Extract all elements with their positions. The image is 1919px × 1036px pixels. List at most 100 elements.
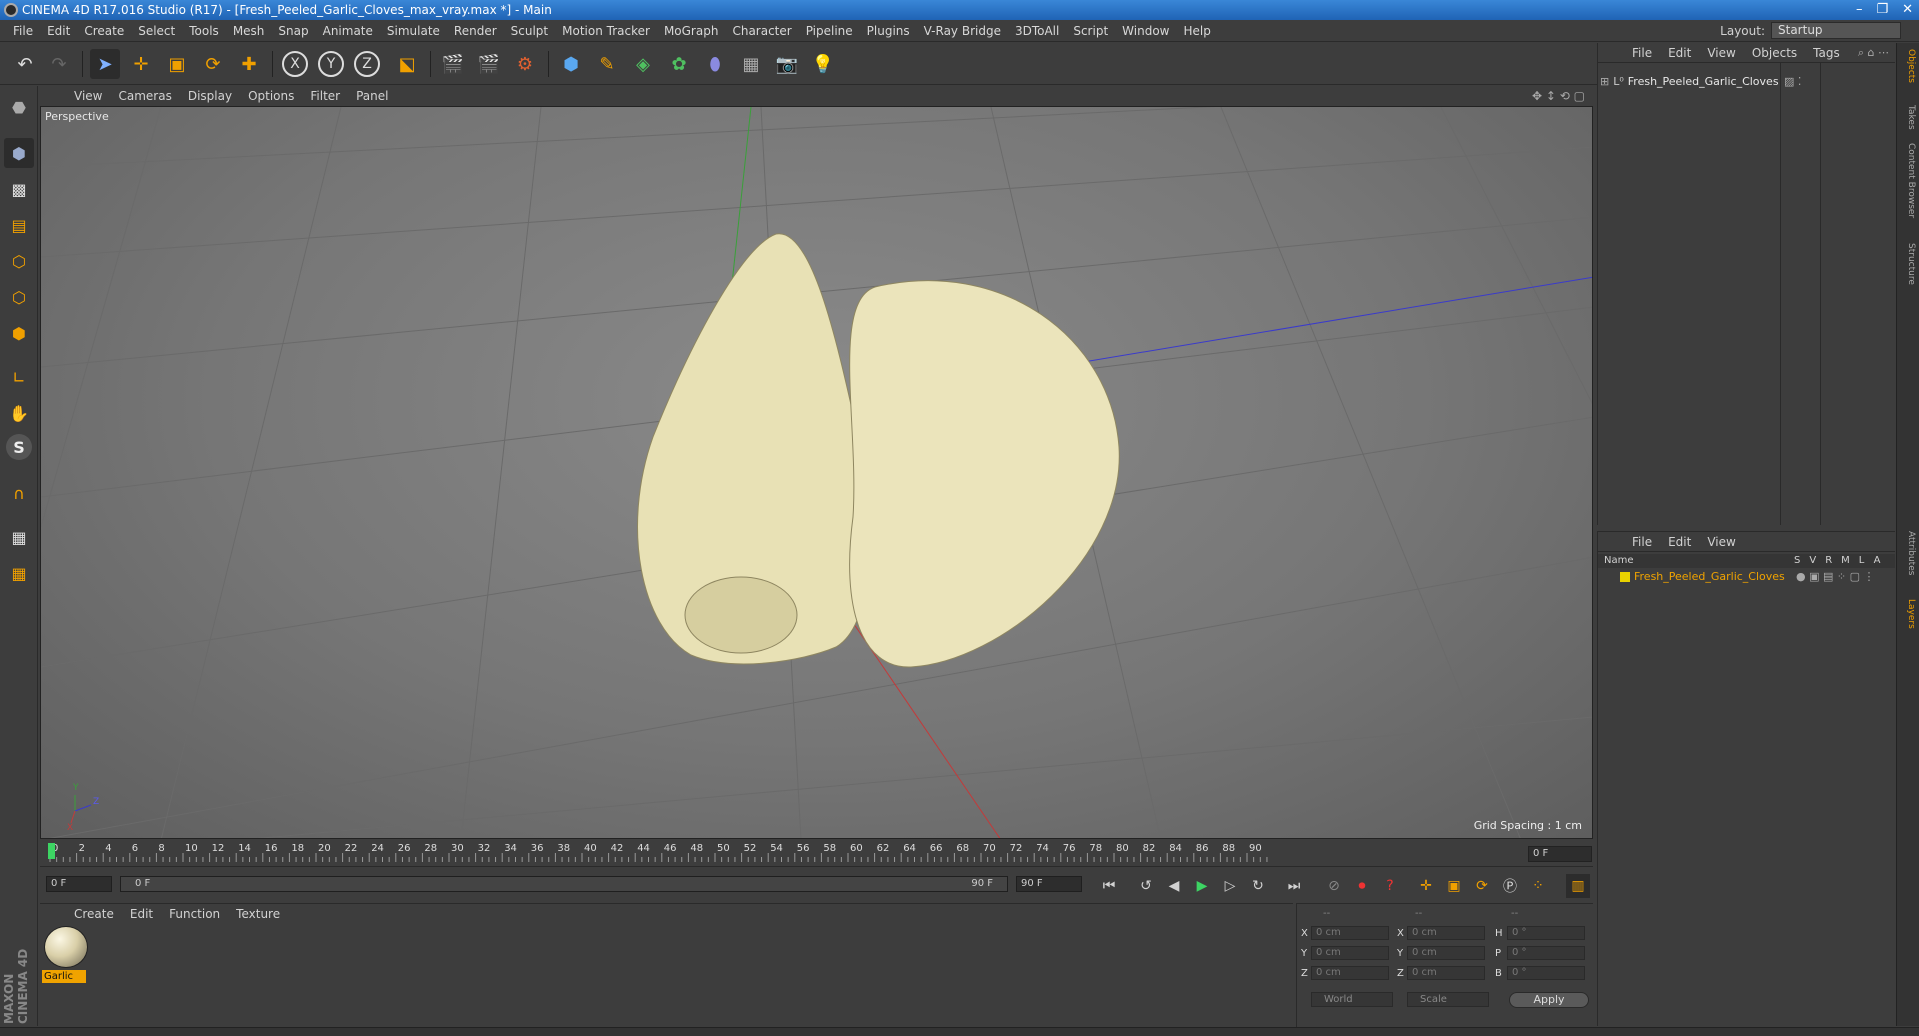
render-picture-viewer-icon[interactable]: 🎬 xyxy=(474,49,504,79)
tab-takes[interactable]: Takes xyxy=(1900,105,1916,130)
axis-mode-icon[interactable]: ∟ xyxy=(4,362,34,392)
previous-frame-icon[interactable]: ◀ xyxy=(1162,874,1186,898)
snap-icon[interactable]: S xyxy=(6,434,32,460)
make-editable-icon[interactable]: ⬣ xyxy=(4,92,34,122)
next-frame-icon[interactable]: ▷ xyxy=(1218,874,1242,898)
object-row[interactable]: ⊞ L⁰ Fresh_Peeled_Garlic_Cloves ▨ ⁚ xyxy=(1600,73,1890,89)
menu-snap[interactable]: Snap xyxy=(271,24,315,38)
layer-color-swatch[interactable] xyxy=(1620,571,1630,582)
start-frame-field[interactable]: 0 F xyxy=(46,876,112,892)
object-name[interactable]: Fresh_Peeled_Garlic_Cloves xyxy=(1628,75,1779,88)
mograph-cloner-icon[interactable]: ✿ xyxy=(664,49,694,79)
position-z-field[interactable]: 0 cm xyxy=(1311,966,1389,980)
autokey-icon[interactable]: ⏺ xyxy=(1350,874,1374,898)
layer-flag-icons[interactable]: ● ▣ ▤ ⁘ ▢ ⋮ xyxy=(1796,570,1874,583)
viewport-3d[interactable]: Y Z X Perspective Grid Spacing : 1 cm xyxy=(40,106,1593,839)
viewport-nav-icons[interactable]: ✥ ↕ ⟲ ▢ xyxy=(1532,89,1585,103)
key-parameter-icon[interactable]: Ⓟ xyxy=(1498,874,1522,898)
menu-create[interactable]: Create xyxy=(77,24,131,38)
x-axis-lock-icon[interactable]: X xyxy=(282,51,308,77)
menu-edit[interactable]: Edit xyxy=(40,24,77,38)
coordinate-system-icon[interactable]: ⬕ xyxy=(392,49,422,79)
end-frame-field[interactable]: 90 F xyxy=(1016,876,1082,892)
move-tool-icon[interactable]: ✛ xyxy=(126,49,156,79)
size-mode-dropdown[interactable]: Scale xyxy=(1407,992,1489,1007)
viewport-menu-cameras[interactable]: Cameras xyxy=(110,89,179,103)
viewport-menu-options[interactable]: Options xyxy=(240,89,302,103)
position-y-field[interactable]: 0 cm xyxy=(1311,946,1389,960)
layer-menu-file[interactable]: File xyxy=(1624,535,1660,549)
viewport-menu-display[interactable]: Display xyxy=(180,89,240,103)
menu-plugins[interactable]: Plugins xyxy=(860,24,917,38)
menu-animate[interactable]: Animate xyxy=(316,24,380,38)
expand-icon[interactable]: ⊞ xyxy=(1600,75,1609,88)
deformer-icon[interactable]: ⬮ xyxy=(700,49,730,79)
menu-character[interactable]: Character xyxy=(725,24,798,38)
menu-3dtoall[interactable]: 3DToAll xyxy=(1008,24,1066,38)
frame-range-slider[interactable]: 0 F 90 F xyxy=(120,876,1008,892)
layout-select[interactable]: Startup xyxy=(1771,22,1901,39)
menu-script[interactable]: Script xyxy=(1066,24,1115,38)
tab-attributes[interactable]: Attributes xyxy=(1900,531,1916,575)
workplane-mode-icon[interactable]: ▤ xyxy=(4,210,34,240)
object-menu-view[interactable]: View xyxy=(1699,46,1743,60)
menu-pipeline[interactable]: Pipeline xyxy=(799,24,860,38)
size-z-field[interactable]: 0 cm xyxy=(1407,966,1485,980)
viewport-menu-filter[interactable]: Filter xyxy=(302,89,348,103)
menu-file[interactable]: File xyxy=(6,24,40,38)
viewport-menu-panel[interactable]: Panel xyxy=(348,89,396,103)
timeline-playhead[interactable] xyxy=(48,843,55,859)
coordinate-mode-dropdown[interactable]: World xyxy=(1311,992,1393,1007)
subdivision-icon[interactable]: ◈ xyxy=(628,49,658,79)
layer-menu-edit[interactable]: Edit xyxy=(1660,535,1699,549)
key-position-icon[interactable]: ✛ xyxy=(1414,874,1438,898)
record-keys-icon[interactable]: ⊘ xyxy=(1322,874,1346,898)
object-menu-objects[interactable]: Objects xyxy=(1744,46,1805,60)
menu-simulate[interactable]: Simulate xyxy=(380,24,447,38)
object-menu-edit[interactable]: Edit xyxy=(1660,46,1699,60)
timeline-ruler[interactable]: 0 2 4 6 8 10 12 14 16 18 20 22 24 26 28 30 32 34 36 38 40 42 4… xyxy=(40,841,1593,863)
menu-mesh[interactable]: Mesh xyxy=(226,24,272,38)
points-mode-icon[interactable]: ⬡ xyxy=(4,246,34,276)
size-x-field[interactable]: 0 cm xyxy=(1407,926,1485,940)
tab-content-browser[interactable]: Content Browser xyxy=(1900,143,1916,218)
material-menu-texture[interactable]: Texture xyxy=(228,907,288,921)
planar-workplane-icon[interactable]: ▦ xyxy=(4,558,34,588)
tweak-mode-icon[interactable]: ✋ xyxy=(4,398,34,428)
object-menu-tags[interactable]: Tags xyxy=(1805,46,1848,60)
previous-key-icon[interactable]: ↺ xyxy=(1134,874,1158,898)
minimize-button[interactable]: – xyxy=(1856,0,1863,20)
texture-mode-icon[interactable]: ▩ xyxy=(4,174,34,204)
object-search-icon[interactable]: ⌕ ⌂ ⋯ xyxy=(1858,46,1889,60)
edges-mode-icon[interactable]: ⬡ xyxy=(4,282,34,312)
menu-tools[interactable]: Tools xyxy=(182,24,226,38)
render-settings-icon[interactable]: ⚙ xyxy=(510,49,540,79)
material-name[interactable]: Garlic xyxy=(42,970,86,983)
object-menu-file[interactable]: File xyxy=(1624,46,1660,60)
apply-button[interactable]: Apply xyxy=(1509,992,1589,1008)
menu-window[interactable]: Window xyxy=(1115,24,1176,38)
magnet-icon[interactable]: ∩ xyxy=(4,478,34,508)
tab-layers[interactable]: Layers xyxy=(1900,599,1916,629)
lock-workplane-icon[interactable]: ▦ xyxy=(4,522,34,552)
select-tool-icon[interactable]: ➤ xyxy=(90,49,120,79)
size-y-field[interactable]: 0 cm xyxy=(1407,946,1485,960)
go-to-end-icon[interactable]: ⏭ xyxy=(1282,874,1306,898)
maximize-button[interactable]: ❐ xyxy=(1876,0,1888,20)
layer-row[interactable]: Fresh_Peeled_Garlic_Cloves ● ▣ ▤ ⁘ ▢ ⋮ xyxy=(1604,570,1874,583)
tab-objects[interactable]: Objects xyxy=(1900,49,1916,83)
floor-icon[interactable]: ▦ xyxy=(736,49,766,79)
menu-help[interactable]: Help xyxy=(1176,24,1217,38)
light-icon[interactable]: 💡 xyxy=(808,49,838,79)
menu-motion-tracker[interactable]: Motion Tracker xyxy=(555,24,657,38)
rotation-b-field[interactable]: 0 ° xyxy=(1507,966,1585,980)
undo-icon[interactable]: ↶ xyxy=(10,49,40,79)
scale-tool-icon[interactable]: ▣ xyxy=(162,49,192,79)
live-move-icon[interactable]: ✚ xyxy=(234,49,264,79)
next-key-icon[interactable]: ↻ xyxy=(1246,874,1270,898)
rotate-tool-icon[interactable]: ⟳ xyxy=(198,49,228,79)
layer-name[interactable]: Fresh_Peeled_Garlic_Cloves xyxy=(1634,570,1785,583)
z-axis-lock-icon[interactable]: Z xyxy=(354,51,380,77)
key-scale-icon[interactable]: ▣ xyxy=(1442,874,1466,898)
close-button[interactable]: ✕ xyxy=(1902,0,1913,20)
